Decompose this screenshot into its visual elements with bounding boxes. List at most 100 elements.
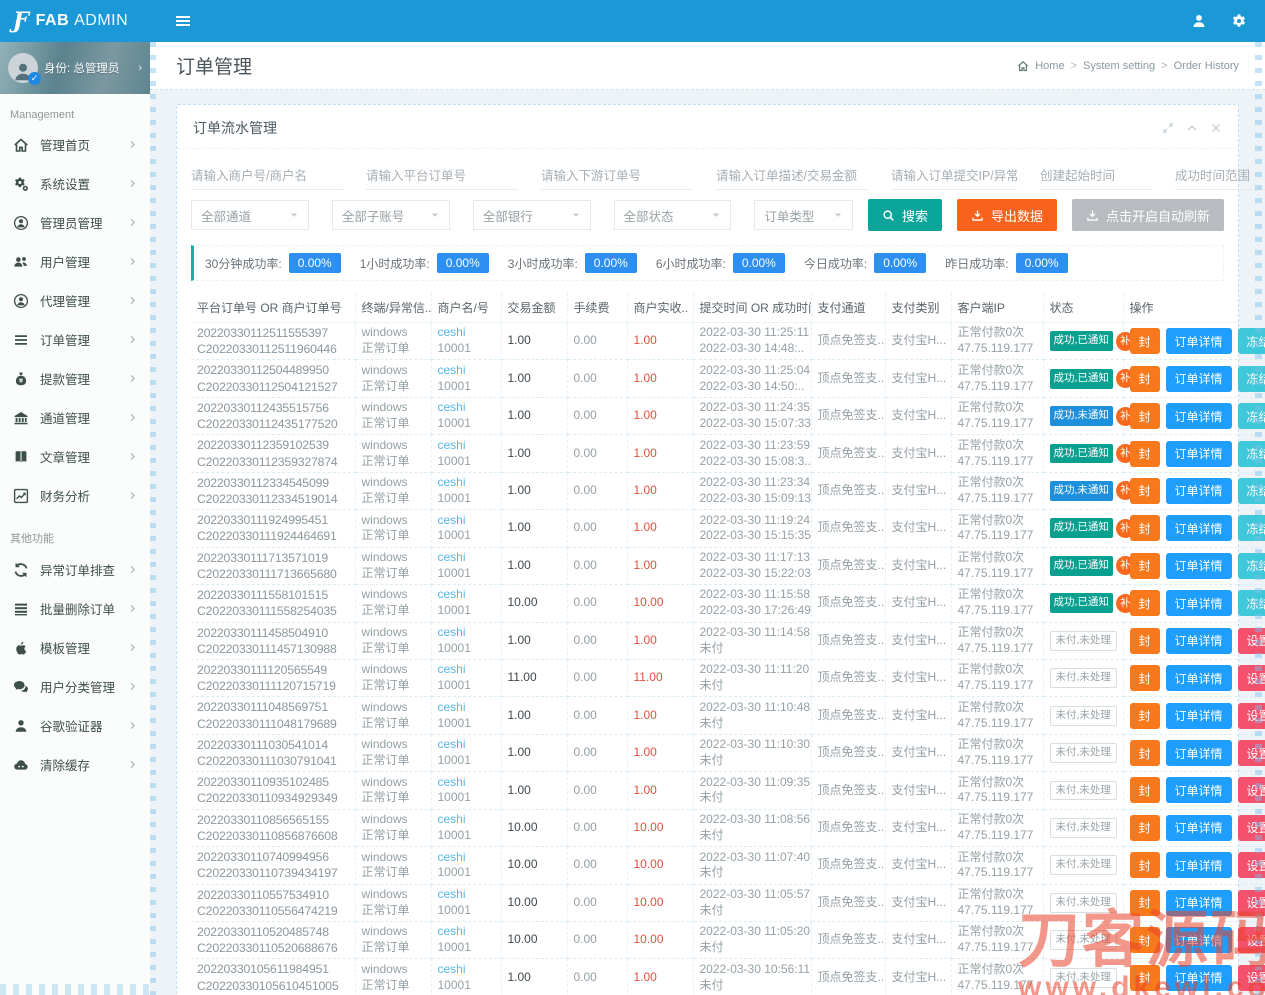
filter-select[interactable]: 全部银行: [473, 200, 591, 230]
seal-button[interactable]: 封: [1130, 965, 1160, 991]
seal-button[interactable]: 封: [1130, 927, 1160, 953]
order-detail-button[interactable]: 订单详情: [1166, 441, 1232, 467]
seal-button[interactable]: 封: [1130, 777, 1160, 803]
filter-input[interactable]: [366, 162, 518, 190]
filter-input[interactable]: [541, 162, 693, 190]
order-detail-button[interactable]: 订单详情: [1166, 890, 1232, 916]
third-action-button[interactable]: 设置为已支付: [1238, 703, 1265, 729]
seal-button[interactable]: 封: [1130, 441, 1160, 467]
sidebar-item[interactable]: 通道管理: [0, 398, 150, 437]
user-panel[interactable]: ✓ 身份: 总管理员 ›: [0, 42, 150, 94]
order-detail-button[interactable]: 订单详情: [1166, 703, 1232, 729]
order-detail-button[interactable]: 订单详情: [1166, 366, 1232, 392]
seal-button[interactable]: 封: [1130, 852, 1160, 878]
third-action-button[interactable]: 冻结订单: [1238, 553, 1265, 579]
seal-button[interactable]: 封: [1130, 815, 1160, 841]
third-action-button[interactable]: 设置为已支付: [1238, 890, 1265, 916]
merchant-name-link[interactable]: ceshi: [438, 438, 495, 454]
merchant-name-link[interactable]: ceshi: [438, 662, 495, 678]
order-detail-button[interactable]: 订单详情: [1166, 777, 1232, 803]
seal-button[interactable]: 封: [1130, 328, 1160, 354]
third-action-button[interactable]: 设置为已支付: [1238, 852, 1265, 878]
sidebar-item[interactable]: 用户分类管理: [0, 667, 150, 706]
third-action-button[interactable]: 冻结订单: [1238, 403, 1265, 429]
settings-gear-icon[interactable]: [1231, 13, 1247, 29]
seal-button[interactable]: 封: [1130, 665, 1160, 691]
third-action-button[interactable]: 设置为已支付: [1238, 815, 1265, 841]
third-action-button[interactable]: 冻结订单: [1238, 515, 1265, 541]
third-action-button[interactable]: 冻结订单: [1238, 366, 1265, 392]
filter-input[interactable]: [891, 162, 1017, 190]
search-button[interactable]: 搜索: [868, 199, 942, 231]
merchant-name-link[interactable]: ceshi: [438, 475, 495, 491]
seal-button[interactable]: 封: [1130, 890, 1160, 916]
third-action-button[interactable]: 冻结订单: [1238, 590, 1265, 616]
close-icon[interactable]: [1210, 122, 1222, 134]
merchant-name-link[interactable]: ceshi: [438, 924, 495, 940]
seal-button[interactable]: 封: [1130, 740, 1160, 766]
filter-input[interactable]: [1175, 162, 1265, 190]
sidebar-item[interactable]: 财务分析: [0, 476, 150, 515]
filter-input[interactable]: [191, 162, 343, 190]
merchant-name-link[interactable]: ceshi: [438, 850, 495, 866]
seal-button[interactable]: 封: [1130, 478, 1160, 504]
filter-input[interactable]: [716, 162, 868, 190]
merchant-name-link[interactable]: ceshi: [438, 550, 495, 566]
filter-select[interactable]: 全部状态: [614, 200, 732, 230]
sidebar-item[interactable]: 模板管理: [0, 628, 150, 667]
filter-select[interactable]: 订单类型: [754, 200, 853, 230]
order-detail-button[interactable]: 订单详情: [1166, 403, 1232, 429]
seal-button[interactable]: 封: [1130, 403, 1160, 429]
breadcrumb-section[interactable]: System setting: [1083, 60, 1155, 72]
filter-select[interactable]: 全部通道: [191, 200, 309, 230]
merchant-name-link[interactable]: ceshi: [438, 775, 495, 791]
sidebar-item[interactable]: 代理管理: [0, 281, 150, 320]
order-detail-button[interactable]: 订单详情: [1166, 815, 1232, 841]
seal-button[interactable]: 封: [1130, 515, 1160, 541]
order-detail-button[interactable]: 订单详情: [1166, 553, 1232, 579]
expand-icon[interactable]: [1162, 122, 1174, 134]
merchant-name-link[interactable]: ceshi: [438, 887, 495, 903]
order-detail-button[interactable]: 订单详情: [1166, 852, 1232, 878]
breadcrumb-home[interactable]: Home: [1035, 60, 1064, 72]
order-detail-button[interactable]: 订单详情: [1166, 628, 1232, 654]
merchant-name-link[interactable]: ceshi: [438, 700, 495, 716]
third-action-button[interactable]: 设置为已支付: [1238, 927, 1265, 953]
seal-button[interactable]: 封: [1130, 366, 1160, 392]
order-detail-button[interactable]: 订单详情: [1166, 328, 1232, 354]
merchant-name-link[interactable]: ceshi: [438, 737, 495, 753]
sidebar-item[interactable]: 谷歌验证器: [0, 706, 150, 745]
seal-button[interactable]: 封: [1130, 553, 1160, 579]
third-action-button[interactable]: 设置为已支付: [1238, 740, 1265, 766]
order-detail-button[interactable]: 订单详情: [1166, 515, 1232, 541]
merchant-name-link[interactable]: ceshi: [438, 513, 495, 529]
brand-logo[interactable]: Ƒ FAB ADMIN: [0, 10, 150, 32]
merchant-name-link[interactable]: ceshi: [438, 625, 495, 641]
order-detail-button[interactable]: 订单详情: [1166, 740, 1232, 766]
sidebar-item[interactable]: 提款管理: [0, 359, 150, 398]
sidebar-item[interactable]: 系统设置: [0, 164, 150, 203]
merchant-name-link[interactable]: ceshi: [438, 325, 495, 341]
merchant-name-link[interactable]: ceshi: [438, 962, 495, 978]
sidebar-item[interactable]: 管理员管理: [0, 203, 150, 242]
seal-button[interactable]: 封: [1130, 628, 1160, 654]
filter-input[interactable]: [1040, 162, 1152, 190]
sidebar-item[interactable]: 异常订单排查: [0, 550, 150, 589]
third-action-button[interactable]: 设置为已支付: [1238, 628, 1265, 654]
order-detail-button[interactable]: 订单详情: [1166, 927, 1232, 953]
merchant-name-link[interactable]: ceshi: [438, 400, 495, 416]
seal-button[interactable]: 封: [1130, 703, 1160, 729]
sidebar-toggle-button[interactable]: [165, 0, 201, 42]
third-action-button[interactable]: 冻结订单: [1238, 478, 1265, 504]
sidebar-item[interactable]: 文章管理: [0, 437, 150, 476]
third-action-button[interactable]: 设置为已支付: [1238, 777, 1265, 803]
third-action-button[interactable]: 设置为已支付: [1238, 665, 1265, 691]
order-detail-button[interactable]: 订单详情: [1166, 478, 1232, 504]
order-detail-button[interactable]: 订单详情: [1166, 665, 1232, 691]
sidebar-item[interactable]: 清除缓存: [0, 745, 150, 784]
seal-button[interactable]: 封: [1130, 590, 1160, 616]
third-action-button[interactable]: 冻结订单: [1238, 441, 1265, 467]
collapse-icon[interactable]: [1186, 122, 1198, 134]
user-menu-icon[interactable]: [1191, 13, 1207, 29]
sidebar-item[interactable]: 订单管理: [0, 320, 150, 359]
